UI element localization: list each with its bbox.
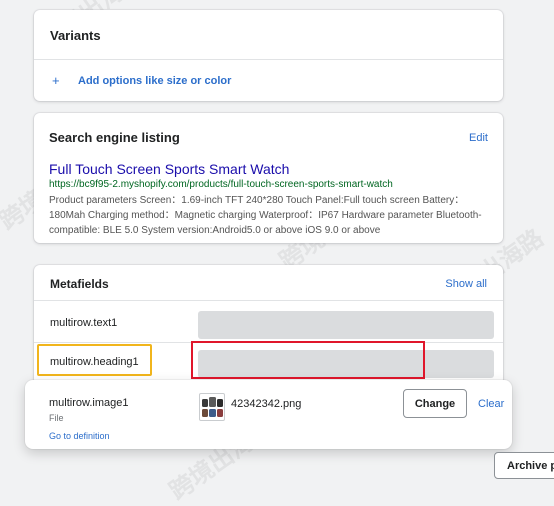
- divider: [34, 300, 503, 301]
- variants-title: Variants: [50, 28, 101, 43]
- go-to-definition-link[interactable]: Go to definition: [49, 431, 110, 441]
- metafield-type: File: [49, 413, 64, 423]
- plus-icon: +: [52, 73, 60, 88]
- variants-card: Variants + Add options like size or colo…: [34, 10, 503, 101]
- file-metafield-popup: multirow.image1 File Go to definition 42…: [25, 380, 512, 449]
- metafields-title: Metafields: [50, 277, 109, 291]
- archive-product-button[interactable]: Archive p: [494, 452, 554, 479]
- metafield-input-text1[interactable]: [198, 311, 494, 339]
- file-thumbnail: [199, 393, 225, 421]
- change-button[interactable]: Change: [403, 389, 467, 418]
- metafield-label-text1: multirow.text1: [50, 317, 118, 329]
- seo-page-title: Full Touch Screen Sports Smart Watch: [49, 161, 290, 177]
- red-highlight-box: [191, 341, 425, 379]
- seo-description: Product parameters Screen：1.69-inch TFT …: [49, 195, 482, 236]
- seo-url: https://bc9f95-2.myshopify.com/products/…: [49, 179, 393, 190]
- add-options-label: Add options like size or color: [78, 74, 232, 87]
- add-options-button[interactable]: + Add options like size or color: [52, 73, 231, 88]
- show-all-link[interactable]: Show all: [445, 278, 487, 290]
- smartwatch-thumbnail-icon: [202, 397, 223, 417]
- search-engine-listing-card: Search engine listing Edit Full Touch Sc…: [34, 113, 503, 243]
- divider: [34, 59, 503, 60]
- seo-card-title: Search engine listing: [49, 130, 180, 145]
- metafield-label-heading1: multirow.heading1: [50, 356, 139, 368]
- file-name: 42342342.png: [231, 398, 302, 410]
- clear-link[interactable]: Clear: [478, 398, 504, 410]
- metafield-name: multirow.image1: [49, 397, 129, 409]
- edit-seo-link[interactable]: Edit: [469, 132, 488, 144]
